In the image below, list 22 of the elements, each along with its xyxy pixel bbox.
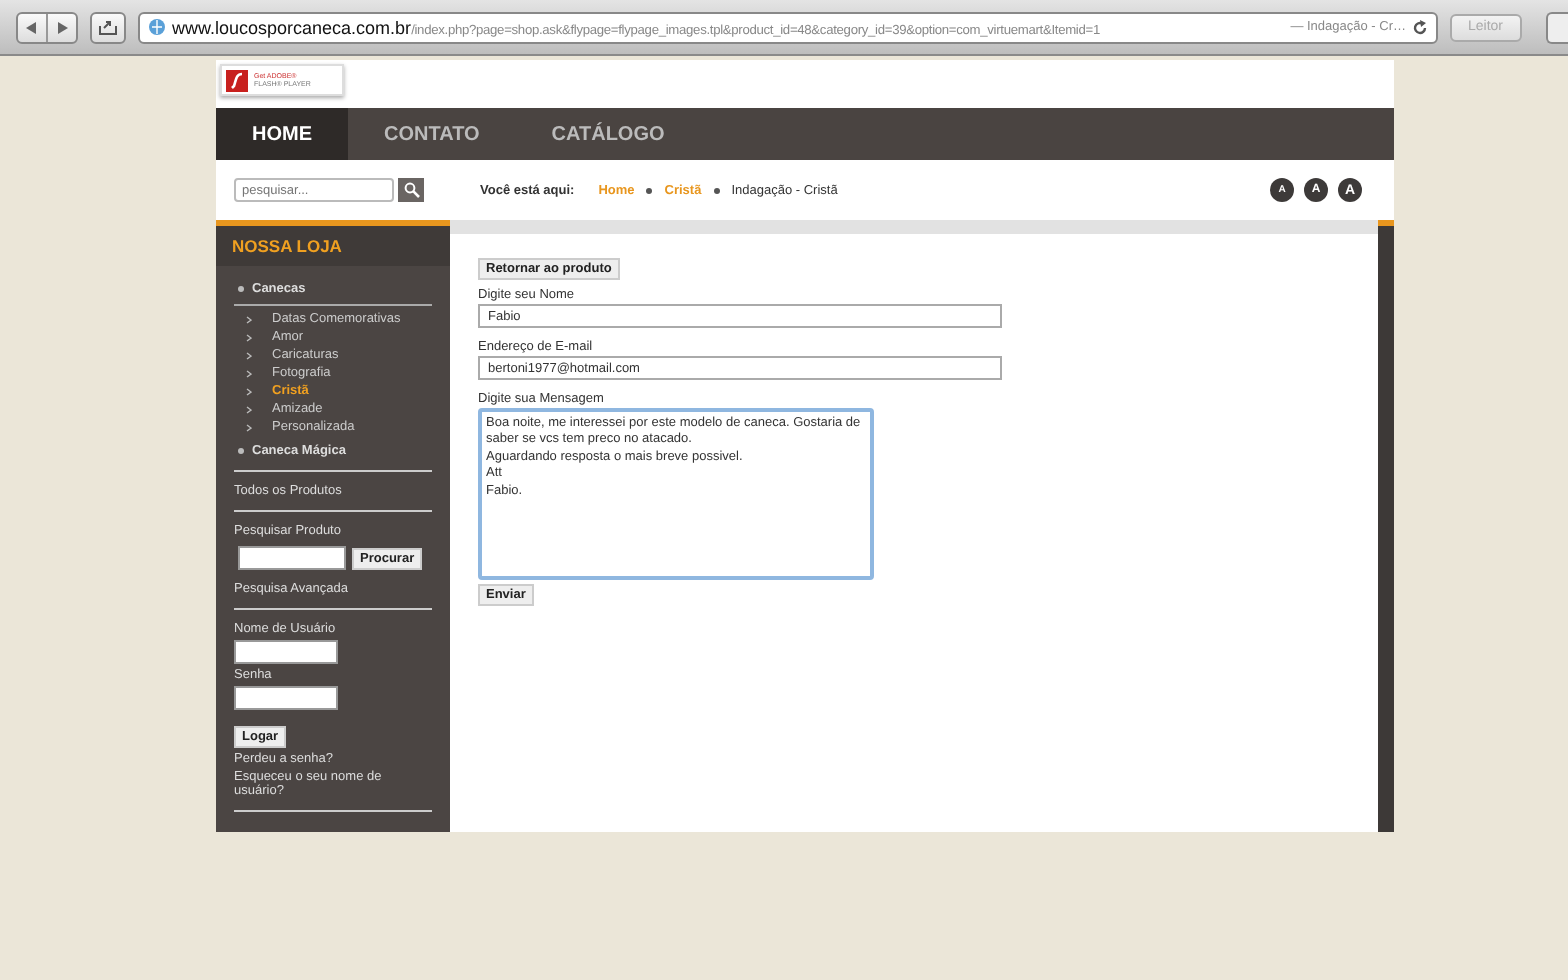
chevron-icon [246,315,252,323]
chevron-icon [246,369,252,377]
nav-tab[interactable]: HOME [216,108,348,160]
search-button[interactable] [398,178,424,202]
toolbar-button[interactable] [1546,11,1568,43]
chevron-icon [246,387,252,395]
separator-dot [713,187,720,193]
chevron-icon [246,405,252,413]
chevron-icon [246,333,252,341]
reload-icon[interactable] [1412,19,1428,35]
chevron-icon [246,423,252,431]
share-button[interactable] [90,11,126,43]
password-field[interactable] [234,686,338,710]
chevron-icon [246,351,252,359]
share-icon [98,19,118,35]
separator-dot [646,187,653,193]
username-field[interactable] [234,640,338,664]
product-search-field[interactable] [238,546,346,570]
forward-icon [56,21,68,33]
sidebar-title: NOSSA LOJA [216,226,450,266]
flash-icon [226,69,248,91]
back-icon [26,21,38,33]
